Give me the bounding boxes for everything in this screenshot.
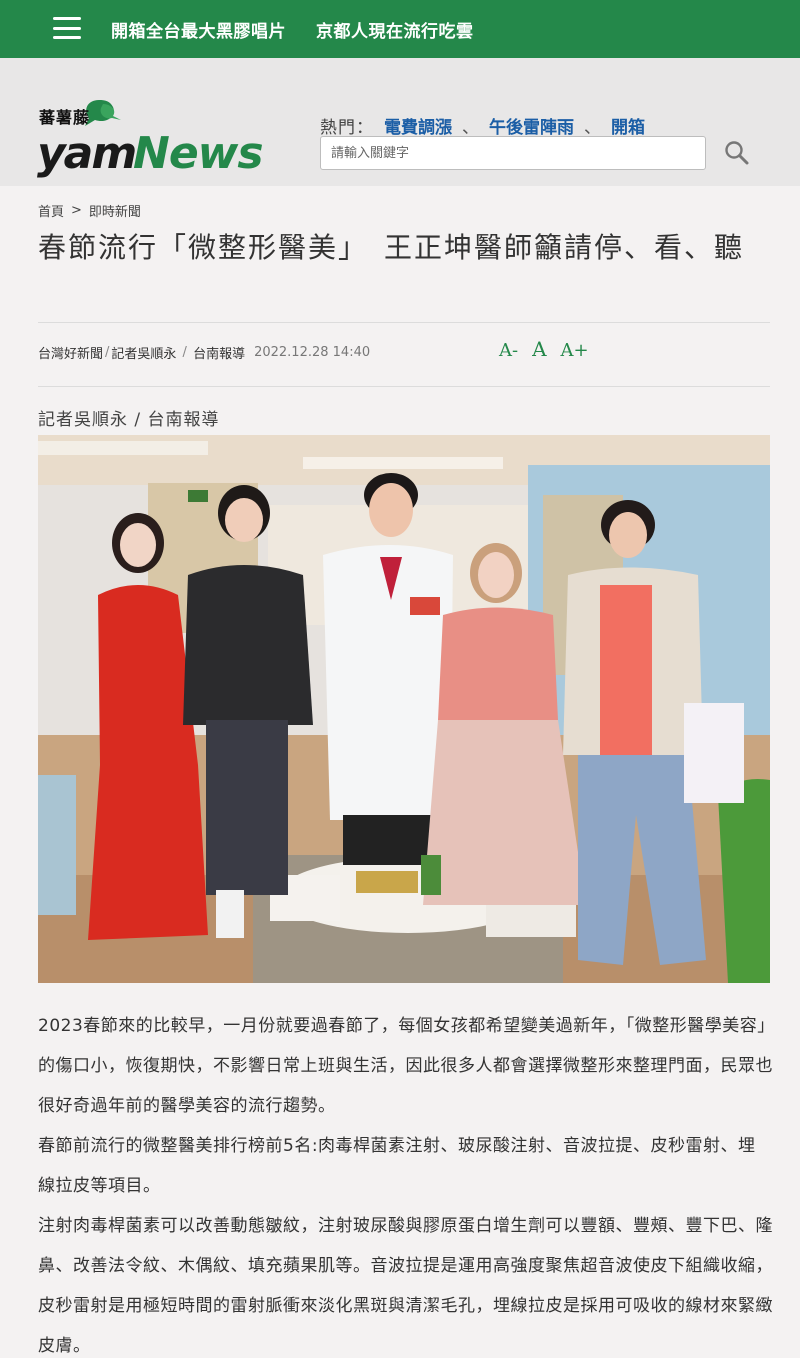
top-nav-bar: 開箱全台最大黑膠唱片 京都人現在流行吃雲 <box>0 0 800 58</box>
font-size-controls: A- A A+ <box>499 337 589 361</box>
breadcrumb: 首頁 > 即時新聞 <box>38 201 141 220</box>
article-paragraph: 春節前流行的微整醫美排行榜前5名:肉毒桿菌素注射、玻尿酸注射、音波拉提、皮秒雷射… <box>38 1136 756 1196</box>
article-meta: 台灣好新聞 / 記者吳順永 / 台南報導 2022.12.28 14:40 <box>38 343 370 362</box>
top-nav: 開箱全台最大黑膠唱片 京都人現在流行吃雲 <box>111 17 474 42</box>
publish-date: 2022.12.28 14:40 <box>254 345 371 360</box>
region-link[interactable]: 台南報導 <box>193 343 245 362</box>
chevron-right-icon: > <box>71 203 82 218</box>
hot-topic-thunderstorm[interactable]: 午後雷陣雨 <box>489 113 574 138</box>
logo-subtitle: 蕃薯藤 <box>39 108 91 127</box>
hot-topic-unboxing[interactable]: 開箱 <box>611 113 645 138</box>
search-input[interactable] <box>320 136 706 170</box>
breadcrumb-home[interactable]: 首頁 <box>38 201 64 220</box>
article-photo <box>38 435 770 983</box>
hot-topics-label: 熱門： <box>320 118 374 138</box>
source-link[interactable]: 台灣好新聞 <box>38 343 103 362</box>
font-size-normal-button[interactable]: A <box>532 337 546 361</box>
author-link[interactable]: 記者吳順永 <box>111 343 176 362</box>
hot-topics: 熱門： 電費調漲 、 午後雷陣雨 、 開箱 <box>320 113 645 138</box>
font-size-small-button[interactable]: A- <box>499 340 518 361</box>
article-body: 2023春節來的比較早，一月份就要過春節了，每個女孩都希望變美過新年，「微整形醫… <box>38 1006 773 1358</box>
search-icon[interactable] <box>724 140 750 166</box>
top-nav-link-kyoto[interactable]: 京都人現在流行吃雲 <box>316 17 474 42</box>
site-header: yam News 蕃薯藤 熱門： 電費調漲 、 午後雷陣雨 、 開箱 <box>0 58 800 186</box>
divider <box>38 322 770 323</box>
article-paragraph: 2023春節來的比較早，一月份就要過春節了，每個女孩都希望變美過新年，「微整形醫… <box>38 1016 773 1116</box>
article-byline: 記者吳順永 / 台南報導 <box>38 410 220 430</box>
breadcrumb-section[interactable]: 即時新聞 <box>89 201 141 220</box>
top-nav-link-vinyl[interactable]: 開箱全台最大黑膠唱片 <box>111 17 286 42</box>
svg-text:yam: yam <box>37 128 135 178</box>
divider <box>38 386 770 387</box>
article-title: 春節流行「微整形醫美」 王正坤醫師籲請停、看、聽 <box>38 231 745 264</box>
font-size-large-button[interactable]: A+ <box>561 340 589 361</box>
article-paragraph: 注射肉毒桿菌素可以改善動態皺紋，注射玻尿酸與膠原蛋白增生劑可以豐額、豐頰、豐下巴… <box>38 1216 773 1356</box>
hot-topic-electricity[interactable]: 電費調漲 <box>384 113 452 138</box>
svg-text:News: News <box>133 128 263 178</box>
hot-topic-separator: 、 <box>462 118 479 138</box>
yamnews-logo[interactable]: yam News 蕃薯藤 <box>37 98 287 178</box>
hot-topic-separator: 、 <box>584 118 601 138</box>
menu-icon[interactable] <box>53 17 81 39</box>
meta-separator: / <box>178 345 192 360</box>
meta-separator: / <box>105 345 110 360</box>
